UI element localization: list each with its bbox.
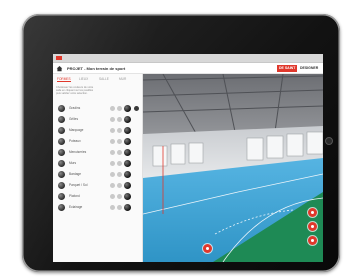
color-option[interactable] [134, 106, 139, 111]
color-option[interactable] [110, 161, 115, 166]
material-row[interactable]: Parquet / Sol [55, 180, 141, 191]
material-swatch-icon [58, 127, 65, 134]
color-option[interactable] [117, 161, 122, 166]
selected-color-option[interactable] [124, 105, 131, 112]
material-row[interactable]: Poteaux [55, 136, 141, 147]
material-swatch-icon [58, 193, 65, 200]
material-swatch-icon [58, 105, 65, 112]
selected-color-option[interactable] [124, 127, 131, 134]
selected-color-option[interactable] [124, 149, 131, 156]
tab-salle[interactable]: SALLE [99, 77, 109, 81]
panel-description: Choisissez les couleurs de votre salle e… [56, 86, 140, 96]
material-label: Parquet / Sol [69, 183, 88, 187]
selected-color-option[interactable] [124, 160, 131, 167]
color-option[interactable] [110, 205, 115, 210]
material-row[interactable]: Eclairage [55, 202, 141, 213]
brand-badge: DE SAINT [277, 65, 298, 72]
tab-formes[interactable]: FORMES [57, 77, 71, 82]
selected-color-option[interactable] [124, 116, 131, 123]
color-option[interactable] [117, 172, 122, 177]
color-option[interactable] [117, 128, 122, 133]
color-option[interactable] [117, 150, 122, 155]
material-list: Gradins Grilles Marquage Poteaux Menuise… [55, 103, 141, 213]
app-header: PROJET - Mon terrain de sport DE SAINT D… [53, 63, 323, 74]
configurator-panel: FORMES LIEUX SALLE MUR Choisissez les co… [53, 74, 143, 262]
color-option[interactable] [117, 106, 122, 111]
browser-bar [53, 54, 323, 63]
home-button[interactable] [325, 137, 333, 145]
material-label: Marquage [69, 128, 84, 132]
color-option[interactable] [110, 106, 115, 111]
material-label: Bardage [69, 172, 82, 176]
color-option[interactable] [117, 205, 122, 210]
tablet-screen: PROJET - Mon terrain de sport DE SAINT D… [53, 54, 323, 262]
3d-viewport[interactable] [143, 74, 323, 262]
project-title: PROJET - Mon terrain de sport [67, 66, 126, 71]
selected-color-option[interactable] [124, 182, 131, 189]
gymnasium-scene [143, 74, 323, 262]
color-option[interactable] [117, 117, 122, 122]
material-swatch-icon [58, 182, 65, 189]
material-row[interactable]: Gradins [55, 103, 141, 114]
material-label: Murs [69, 161, 77, 165]
tablet-frame: PROJET - Mon terrain de sport DE SAINT D… [22, 14, 340, 272]
material-label: Poteaux [69, 139, 81, 143]
color-option[interactable] [110, 183, 115, 188]
panel-tabs: FORMES LIEUX SALLE MUR [55, 77, 141, 83]
color-option[interactable] [117, 139, 122, 144]
share-icon[interactable] [308, 236, 317, 245]
material-swatch-icon [58, 171, 65, 178]
color-option[interactable] [117, 183, 122, 188]
selected-color-option[interactable] [124, 193, 131, 200]
material-swatch-icon [58, 138, 65, 145]
tab-mur[interactable]: MUR [119, 77, 126, 81]
color-option[interactable] [110, 194, 115, 199]
material-row[interactable]: Grilles [55, 114, 141, 125]
material-swatch-icon [58, 116, 65, 123]
material-row[interactable]: Plafond [55, 191, 141, 202]
app-logo [56, 56, 62, 60]
help-icon[interactable] [203, 244, 212, 253]
material-swatch-icon [58, 204, 65, 211]
color-option[interactable] [110, 128, 115, 133]
material-label: Menuiseries [69, 150, 87, 154]
selected-color-option[interactable] [124, 138, 131, 145]
selected-color-option[interactable] [124, 171, 131, 178]
brand-suffix: DESIGNER [300, 66, 319, 70]
color-option[interactable] [110, 139, 115, 144]
material-label: Eclairage [69, 205, 83, 209]
color-option[interactable] [110, 117, 115, 122]
material-row[interactable]: Marquage [55, 125, 141, 136]
home-icon[interactable] [56, 65, 63, 72]
camera-icon[interactable] [308, 208, 317, 217]
material-row[interactable]: Menuiseries [55, 147, 141, 158]
selected-color-option[interactable] [124, 204, 131, 211]
material-row[interactable]: Murs [55, 158, 141, 169]
color-option[interactable] [110, 172, 115, 177]
zoom-icon[interactable] [308, 222, 317, 231]
description-line: puis validez votre selection. [56, 92, 88, 96]
color-option[interactable] [117, 194, 122, 199]
material-row[interactable]: Bardage [55, 169, 141, 180]
material-label: Plafond [69, 194, 80, 198]
tab-lieux[interactable]: LIEUX [79, 77, 88, 81]
material-label: Grilles [69, 117, 79, 121]
material-swatch-icon [58, 149, 65, 156]
material-swatch-icon [58, 160, 65, 167]
color-option[interactable] [110, 150, 115, 155]
material-label: Gradins [69, 106, 81, 110]
